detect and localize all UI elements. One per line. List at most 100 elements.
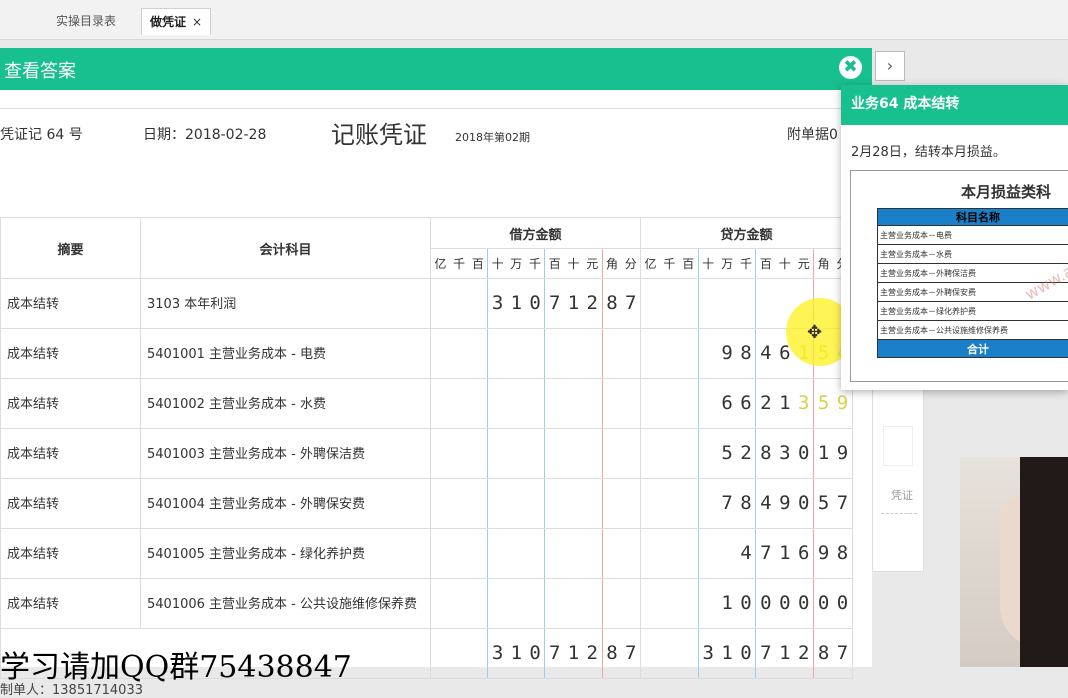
digit	[431, 429, 450, 478]
digit	[583, 529, 602, 578]
column-header-debit: 借方金额	[431, 218, 641, 249]
debit-cell[interactable]	[431, 429, 641, 479]
debit-cell[interactable]	[431, 529, 641, 579]
digit: 7	[755, 629, 775, 678]
tab-practice-catalog[interactable]: 实操目录表	[48, 8, 124, 35]
digit-unit-row: 亿千百十万千百十元角分	[641, 249, 852, 278]
digit	[564, 329, 583, 378]
digit	[450, 479, 469, 528]
summary-cell[interactable]: 成本结转	[1, 479, 141, 529]
digit	[737, 279, 756, 328]
summary-cell[interactable]: 成本结转	[1, 529, 141, 579]
credit-cell[interactable]: 5283019	[641, 429, 853, 479]
digit	[641, 529, 660, 578]
summary-cell[interactable]: 成本结转	[1, 579, 141, 629]
digit	[698, 529, 718, 578]
digit	[450, 429, 469, 478]
business-attachment-image[interactable]: 本月损益类科 科目名称 主营业务成本－电费 主营业务成本－水费 主营业务成本－外…	[850, 170, 1068, 382]
digit	[526, 529, 545, 578]
account-cell[interactable]: 5401003 主营业务成本 - 外聘保洁费	[141, 429, 431, 479]
digit: 3	[775, 429, 794, 478]
amount-digits	[431, 529, 640, 578]
digit: 4	[737, 529, 756, 578]
summary-cell[interactable]: 成本结转	[1, 379, 141, 429]
digit: 7	[755, 529, 775, 578]
digit	[621, 529, 640, 578]
digit	[679, 479, 698, 528]
digit	[487, 429, 507, 478]
digit	[660, 479, 679, 528]
debit-cell[interactable]	[431, 379, 641, 429]
digit	[660, 629, 679, 678]
credit-cell[interactable]: 471698	[641, 529, 853, 579]
summary-cell[interactable]: 成本结转	[1, 429, 141, 479]
summary-cell[interactable]: 成本结转	[1, 329, 141, 379]
account-cell[interactable]: 3103 本年利润	[141, 279, 431, 329]
credit-cell[interactable]: 1000000	[641, 579, 853, 629]
account-cell[interactable]: 5401001 主营业务成本 - 电费	[141, 329, 431, 379]
digit-unit: 万	[507, 249, 526, 278]
tab-label: 实操目录表	[56, 14, 116, 28]
webcam-video	[960, 457, 1068, 667]
amount-digits: 471698	[641, 529, 852, 578]
digit	[526, 479, 545, 528]
table-row: 成本结转5401002 主营业务成本 - 水费 6621359	[1, 379, 853, 429]
credit-cell[interactable]: 7849057	[641, 479, 853, 529]
digit: 8	[602, 629, 622, 678]
amount-digits	[431, 579, 640, 628]
digit: 2	[737, 429, 756, 478]
digit-unit: 元	[583, 249, 602, 278]
debit-cell[interactable]: 31071287	[431, 279, 641, 329]
attachment-footer: 合计	[878, 340, 1068, 358]
amount-digits	[431, 379, 640, 428]
digit	[698, 429, 718, 478]
digit: 5	[813, 479, 833, 528]
digit	[564, 529, 583, 578]
digit-unit: 千	[450, 249, 469, 278]
account-cell[interactable]: 5401004 主营业务成本 - 外聘保安费	[141, 479, 431, 529]
digit-unit: 千	[526, 249, 545, 278]
digit	[564, 429, 583, 478]
digit	[564, 479, 583, 528]
voucher-number: 凭证记 64 号	[0, 124, 83, 144]
table-row: 成本结转5401003 主营业务成本 - 外聘保洁费 5283019	[1, 429, 853, 479]
digit: 1	[564, 629, 583, 678]
digit	[641, 279, 660, 328]
digit	[602, 579, 622, 628]
debit-cell[interactable]	[431, 479, 641, 529]
digit	[679, 329, 698, 378]
digit-unit: 百	[679, 249, 698, 278]
digit	[583, 479, 602, 528]
summary-cell[interactable]: 成本结转	[1, 279, 141, 329]
digit	[698, 379, 718, 428]
digit: 9	[775, 479, 794, 528]
amount-digits: 5283019	[641, 429, 852, 478]
digit	[544, 379, 564, 428]
amount-digits	[431, 479, 640, 528]
amount-digits	[431, 429, 640, 478]
digit: 4	[755, 329, 775, 378]
close-tab-icon[interactable]: ×	[192, 15, 202, 29]
account-cell[interactable]: 5401006 主营业务成本 - 公共设施维修保养费	[141, 579, 431, 629]
digit: 0	[737, 629, 756, 678]
credit-cell[interactable]: 6621359	[641, 379, 853, 429]
account-cell[interactable]: 5401002 主营业务成本 - 水费	[141, 379, 431, 429]
business-description: 2月28日，结转本月损益。	[851, 141, 1006, 160]
digit	[507, 479, 526, 528]
next-button[interactable]: ›	[875, 51, 905, 81]
digit	[755, 279, 775, 328]
debit-cell[interactable]	[431, 579, 641, 629]
tab-make-voucher[interactable]: 做凭证×	[141, 8, 211, 35]
digit: 5	[718, 429, 737, 478]
digit: 7	[621, 629, 640, 678]
digit: 7	[718, 479, 737, 528]
column-header-credit: 贷方金额	[641, 218, 853, 249]
digit	[641, 379, 660, 428]
close-icon[interactable]: ✖	[839, 56, 862, 79]
debit-cell[interactable]	[431, 329, 641, 379]
digit: 7	[621, 279, 640, 328]
digit-unit: 十	[698, 249, 718, 278]
digit	[641, 629, 660, 678]
account-cell[interactable]: 5401005 主营业务成本 - 绿化养护费	[141, 529, 431, 579]
digit: 0	[526, 629, 545, 678]
